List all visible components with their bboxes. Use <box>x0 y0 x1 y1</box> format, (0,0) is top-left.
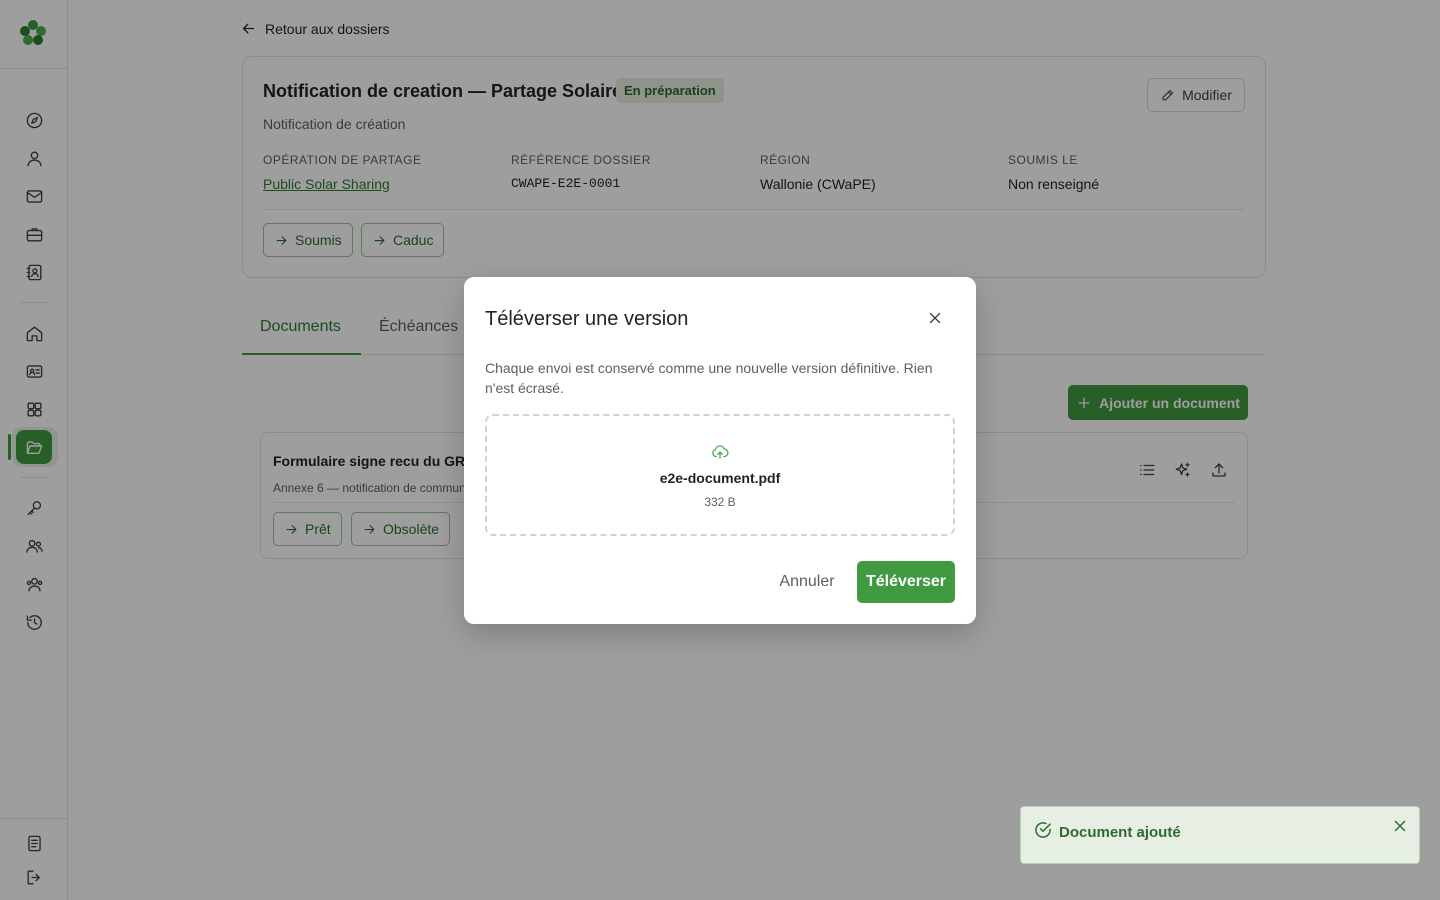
dialog-title: Téléverser une version <box>485 308 689 330</box>
toast-close-button[interactable] <box>1391 817 1409 835</box>
cancel-button[interactable]: Annuler <box>770 562 844 602</box>
upload-version-dialog: Téléverser une version Chaque envoi est … <box>464 277 976 624</box>
close-icon <box>929 312 941 324</box>
selected-file-size: 332 B <box>704 495 736 509</box>
dialog-close-button[interactable] <box>924 307 946 329</box>
selected-file-name: e2e-document.pdf <box>659 470 781 486</box>
close-icon <box>1394 820 1406 832</box>
toast-message: Document ajouté <box>1059 824 1181 841</box>
success-toast: Document ajouté <box>1020 806 1420 864</box>
dialog-description: Chaque envoi est conservé comme une nouv… <box>485 360 933 396</box>
upload-submit-button[interactable]: Téléverser <box>857 561 955 603</box>
cloud-upload-icon <box>711 443 729 461</box>
check-circle-icon <box>1033 820 1053 840</box>
file-dropzone[interactable]: e2e-document.pdf 332 B <box>485 414 955 536</box>
